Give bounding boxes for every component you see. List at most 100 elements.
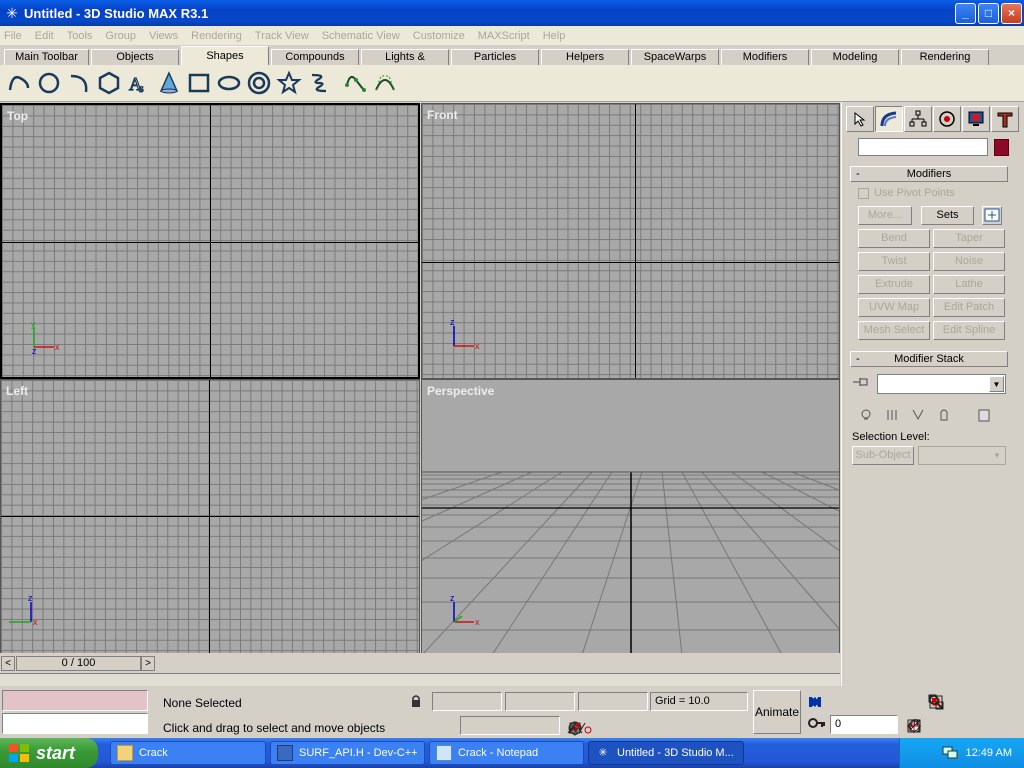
edit-stack-icon[interactable] xyxy=(976,407,992,426)
bend-button[interactable]: Bend xyxy=(858,229,930,248)
coord-x-field[interactable] xyxy=(432,692,502,711)
track-bar[interactable] xyxy=(0,673,840,686)
taskbar-item-3dsmax[interactable]: ✳ Untitled - 3D Studio M... xyxy=(588,741,744,765)
tab-helpers[interactable]: Helpers xyxy=(541,49,629,65)
uvw-map-button[interactable]: UVW Map xyxy=(858,298,930,317)
menu-schematic-view[interactable]: Schematic View xyxy=(322,30,400,42)
time-next-button[interactable]: > xyxy=(141,656,155,671)
tab-shapes[interactable]: Shapes xyxy=(181,46,269,65)
tab-spacewarps[interactable]: SpaceWarps xyxy=(631,49,719,65)
menu-views[interactable]: Views xyxy=(149,30,178,42)
menu-rendering[interactable]: Rendering xyxy=(191,30,242,42)
menu-edit[interactable]: Edit xyxy=(35,30,54,42)
arc-icon[interactable] xyxy=(64,68,94,98)
object-name-field[interactable] xyxy=(858,138,988,156)
cone-shape-icon[interactable] xyxy=(154,68,184,98)
configure-sets-icon[interactable] xyxy=(982,206,1002,225)
modifier-stack-rollout-header[interactable]: - Modifier Stack xyxy=(850,351,1008,367)
menu-customize[interactable]: Customize xyxy=(413,30,465,42)
taskbar-item-devcpp[interactable]: SURF_API.H - Dev-C++ xyxy=(270,741,425,765)
nurbs-point-curve-icon[interactable] xyxy=(340,68,370,98)
extrude-button[interactable]: Extrude xyxy=(858,275,930,294)
helix-icon[interactable] xyxy=(304,68,334,98)
animate-button[interactable]: Animate xyxy=(753,690,801,734)
menu-tools[interactable]: Tools xyxy=(67,30,93,42)
twist-button[interactable]: Twist xyxy=(858,252,930,271)
lathe-button[interactable]: Lathe xyxy=(933,275,1005,294)
active-inactive-icon[interactable] xyxy=(858,407,874,426)
menu-help[interactable]: Help xyxy=(543,30,566,42)
menu-track-view[interactable]: Track View xyxy=(255,30,309,42)
maximize-button[interactable]: □ xyxy=(978,2,999,24)
viewport-left-label[interactable]: Left xyxy=(6,384,28,398)
sub-object-dropdown[interactable]: ▼ xyxy=(918,446,1006,465)
coord-z-field[interactable] xyxy=(578,692,648,711)
network-icon[interactable] xyxy=(942,745,958,762)
create-tab-icon[interactable] xyxy=(846,106,874,132)
show-end-result-icon[interactable] xyxy=(884,407,900,426)
close-button[interactable]: × xyxy=(1001,2,1022,24)
maxscript-input-mini[interactable] xyxy=(2,713,148,734)
viewport-perspective[interactable]: Perspective z x xyxy=(421,379,840,654)
circle-icon[interactable] xyxy=(34,68,64,98)
maximize-viewport-icon[interactable] xyxy=(904,716,924,736)
sub-object-button[interactable]: Sub-Object xyxy=(852,446,914,465)
viewport-top[interactable]: Top z x y xyxy=(0,103,420,379)
key-mode-icon[interactable] xyxy=(808,716,826,733)
go-to-end-icon[interactable] xyxy=(805,692,825,712)
lock-selection-icon[interactable] xyxy=(410,694,422,711)
taskbar-item-notepad[interactable]: Crack - Notepad xyxy=(429,741,584,765)
viewport-top-label[interactable]: Top xyxy=(7,109,28,123)
viewport-left[interactable]: Left z x xyxy=(0,379,420,654)
menu-maxscript[interactable]: MAXScript xyxy=(478,30,530,42)
object-color-swatch[interactable] xyxy=(994,139,1009,156)
mesh-select-button[interactable]: Mesh Select xyxy=(858,321,930,340)
maxscript-listener-mini[interactable] xyxy=(2,690,148,711)
nurbs-cv-curve-icon[interactable] xyxy=(370,68,400,98)
modifiers-rollout-header[interactable]: - Modifiers xyxy=(850,166,1008,182)
viewport-front-label[interactable]: Front xyxy=(427,108,458,122)
start-button[interactable]: start xyxy=(0,738,98,768)
tab-lights-cameras[interactable]: Lights & Cameras xyxy=(361,49,449,77)
tab-particles[interactable]: Particles xyxy=(451,49,539,65)
time-prev-button[interactable]: < xyxy=(1,656,15,671)
noise-button[interactable]: Noise xyxy=(933,252,1005,271)
menu-file[interactable]: File xyxy=(4,30,22,42)
time-slider[interactable]: 0 / 100 xyxy=(16,656,141,671)
line-icon[interactable] xyxy=(4,68,34,98)
ellipse-icon[interactable] xyxy=(214,68,244,98)
tab-main-toolbar[interactable]: Main Toolbar xyxy=(4,49,89,65)
tab-modeling[interactable]: Modeling xyxy=(811,49,899,65)
text-icon[interactable]: As xyxy=(124,68,154,98)
motion-tab-icon[interactable] xyxy=(933,106,961,132)
edit-spline-button[interactable]: Edit Spline xyxy=(933,321,1005,340)
title-bar[interactable]: ✳ Untitled - 3D Studio MAX R3.1 _ □ × xyxy=(0,0,1024,26)
pin-stack-icon[interactable] xyxy=(852,376,870,391)
menu-group[interactable]: Group xyxy=(105,30,136,42)
rectangle-icon[interactable] xyxy=(184,68,214,98)
current-frame-field[interactable]: 0 xyxy=(830,715,898,734)
modify-tab-icon[interactable] xyxy=(875,106,903,132)
chevron-down-icon[interactable]: ▼ xyxy=(990,448,1004,463)
display-tab-icon[interactable] xyxy=(962,106,990,132)
ngon-icon[interactable] xyxy=(94,68,124,98)
edit-patch-button[interactable]: Edit Patch xyxy=(933,298,1005,317)
tab-compounds[interactable]: Compounds xyxy=(271,49,359,65)
tab-rendering[interactable]: Rendering xyxy=(901,49,989,65)
remove-modifier-icon[interactable] xyxy=(936,407,952,426)
coord-y-field[interactable] xyxy=(505,692,575,711)
make-unique-icon[interactable] xyxy=(910,407,926,426)
donut-icon[interactable] xyxy=(244,68,274,98)
hierarchy-tab-icon[interactable] xyxy=(904,106,932,132)
chevron-down-icon[interactable]: ▼ xyxy=(989,376,1004,392)
spinner-icon[interactable] xyxy=(575,718,595,738)
tab-modifiers[interactable]: Modifiers xyxy=(721,49,809,65)
tab-objects[interactable]: Objects xyxy=(91,49,179,65)
modifier-stack-dropdown[interactable]: ▼ xyxy=(877,374,1006,394)
taskbar-item-crack[interactable]: Crack xyxy=(110,741,266,765)
star-icon[interactable] xyxy=(274,68,304,98)
taper-button[interactable]: Taper xyxy=(933,229,1005,248)
utilities-tab-icon[interactable] xyxy=(991,106,1019,132)
sets-button[interactable]: Sets xyxy=(921,206,974,225)
more-button[interactable]: More... xyxy=(858,206,912,225)
